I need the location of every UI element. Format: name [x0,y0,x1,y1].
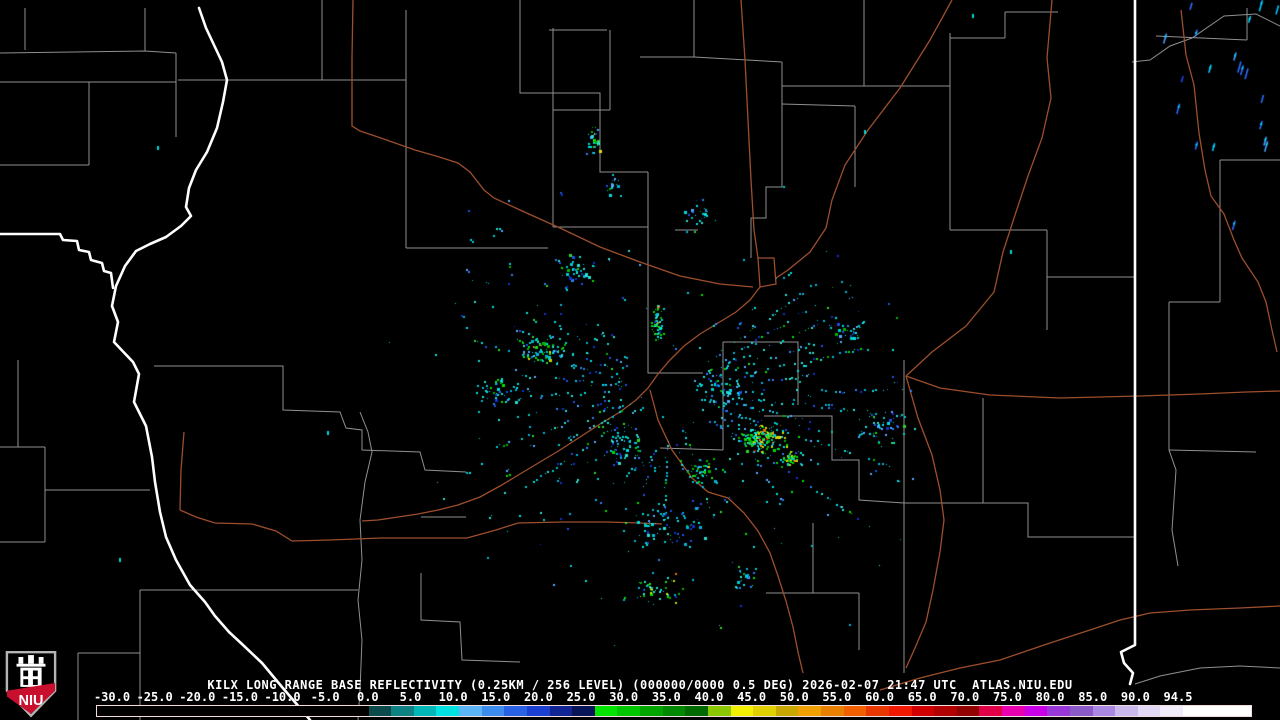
colorbar-tick-label: -15.0 [221,690,258,704]
radar-map-view: NIU KILX LONG RANGE BASE REFLECTIVITY (0… [0,0,1280,720]
colorbar-segment [662,706,686,716]
colorbar-segment [1137,706,1161,716]
colorbar-segment [1092,706,1116,716]
colorbar-tick-label: -25.0 [136,690,173,704]
colorbar-tick-label: 75.0 [992,690,1022,704]
colorbar-tick-label: 35.0 [651,690,681,704]
colorbar-segment [1047,706,1070,716]
colorbar-segment [526,706,550,716]
colorbar-tick-labels: -30.0 -25.0 -20.0 -15.0 -10.0 -5.0 0.0 5.0 10.0 1… [0,690,1280,704]
colorbar-tick-label: -5.0 [310,690,340,704]
radar-echo-layer [0,0,1280,720]
colorbar-segment [821,706,844,716]
colorbar-segment [413,706,437,716]
colorbar-segment [368,706,392,716]
colorbar-segment [459,706,482,716]
colorbar-segment [549,706,573,716]
niu-logo-text: NIU [19,693,44,709]
colorbar-segment [911,706,935,716]
colorbar-tick-label: 55.0 [822,690,852,704]
reflectivity-colorbar [96,705,1252,717]
colorbar-segment [934,706,957,716]
colorbar-segment [798,706,822,716]
colorbar-tick-label: 20.0 [523,690,553,704]
colorbar-segment [1160,706,1184,716]
colorbar-tick-label: 94.5 [1163,690,1193,704]
colorbar-segment [1069,706,1093,716]
colorbar-segment [979,706,1003,716]
colorbar-tick-label: 15.0 [481,690,511,704]
colorbar-segment [594,706,618,716]
colorbar-tick-label: -20.0 [179,690,216,704]
colorbar-tick-label: 25.0 [566,690,596,704]
colorbar-tick-label: 50.0 [779,690,809,704]
colorbar-tick-label: 80.0 [1035,690,1065,704]
colorbar-tick-label: 40.0 [694,690,724,704]
colorbar-segment [572,706,595,716]
colorbar-segment [1024,706,1048,716]
colorbar-tick-label: -10.0 [264,690,301,704]
colorbar-segment [504,706,527,716]
colorbar-segment [1183,706,1251,716]
colorbar-segment [685,706,708,716]
colorbar-tick-label: 70.0 [950,690,980,704]
colorbar-tick-label: 30.0 [609,690,639,704]
colorbar-segment [866,706,889,716]
colorbar-tick-label: 90.0 [1120,690,1150,704]
colorbar-segment [1002,706,1025,716]
colorbar-tick-label: 65.0 [907,690,937,704]
colorbar-tick-label: 0.0 [356,690,379,704]
colorbar-segment [888,706,912,716]
colorbar-tick-label: -30.0 [93,690,131,704]
colorbar-segment [640,706,663,716]
colorbar-segment [391,706,414,716]
colorbar-segment [97,706,369,716]
colorbar-segment [617,706,641,716]
colorbar-tick-label: 10.0 [438,690,468,704]
colorbar-segment [753,706,776,716]
colorbar-segment [436,706,460,716]
niu-castle-icon [16,655,46,687]
colorbar-segment [775,706,799,716]
colorbar-tick-label: 85.0 [1078,690,1108,704]
colorbar-segment [730,706,754,716]
colorbar-tick-label: 5.0 [399,690,422,704]
colorbar-segment [956,706,980,716]
niu-logo: NIU [5,650,57,718]
colorbar-tick-label: 60.0 [865,690,894,704]
colorbar-segment [707,706,731,716]
colorbar-tick-label: 45.0 [737,690,767,704]
colorbar-segment [1115,706,1138,716]
colorbar-segment [843,706,867,716]
colorbar-segment [481,706,505,716]
